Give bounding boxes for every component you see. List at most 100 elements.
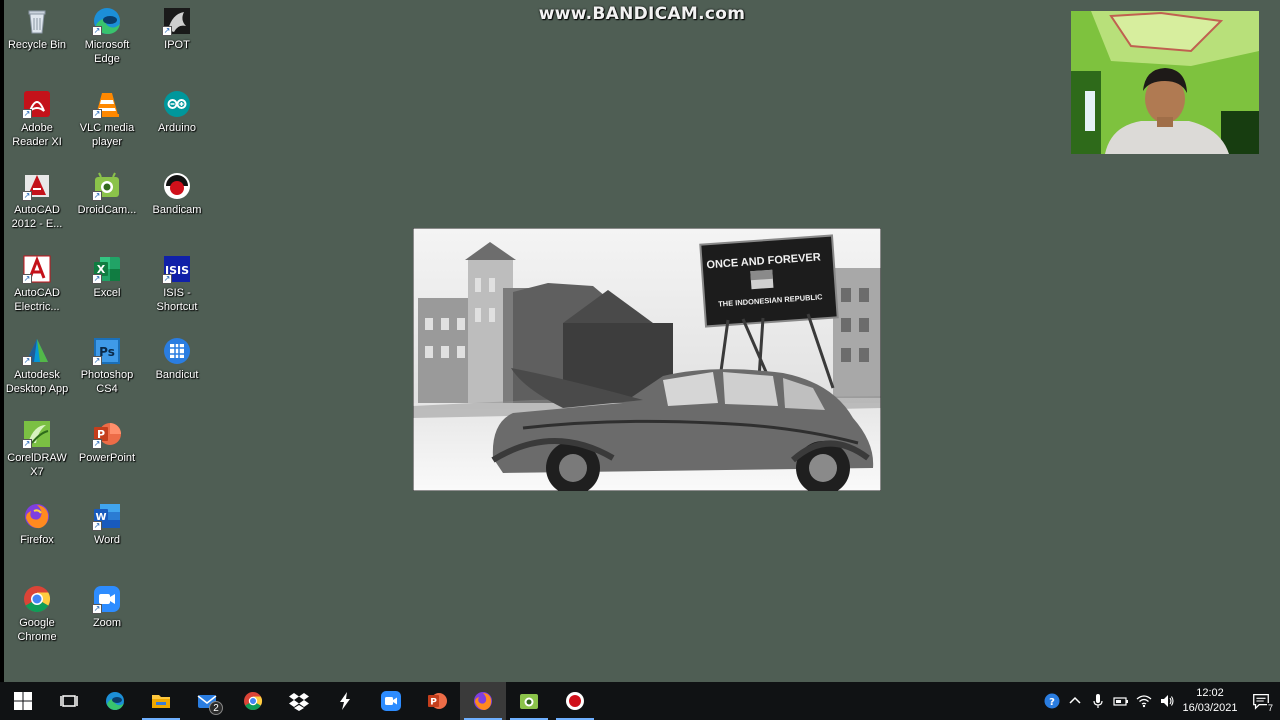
desktop-icon-label: Arduino (158, 122, 196, 134)
wifi-icon (1136, 695, 1151, 708)
task-view-icon (60, 695, 78, 707)
desktop-icon-word[interactable]: W ↗ Word (72, 501, 142, 547)
action-center-button[interactable]: 7 (1242, 682, 1280, 720)
desktop-icon-ipot[interactable]: ↗ IPOT (142, 6, 212, 52)
speaker-icon (1160, 695, 1174, 707)
webcam-overlay (1071, 11, 1259, 154)
start-button[interactable] (0, 682, 46, 720)
tray-show-hidden[interactable] (1063, 682, 1086, 720)
isis-icon: ISIS ↗ (162, 254, 192, 284)
desktop-icon-label: CorelDRAW X7 (7, 452, 67, 478)
desktop-icon-label: Google Chrome (17, 617, 57, 643)
desktop-icon-label: AutoCAD 2012 - E... (11, 204, 63, 230)
dropbox-icon (289, 693, 309, 711)
taskbar-edge[interactable] (92, 682, 138, 720)
vlc-icon: ↗ (92, 89, 122, 119)
desktop-icon-label: Microsoft Edge (84, 39, 130, 65)
edge-icon: ↗ (92, 6, 122, 36)
tray-help[interactable]: ? (1040, 682, 1063, 720)
clock-time: 12:02 (1196, 687, 1224, 699)
desktop-icon-autocad[interactable]: ↗ AutoCAD 2012 - E... (4, 171, 72, 231)
adobe-reader-icon: ↗ (22, 89, 52, 119)
desktop-icon-bandicam[interactable]: Bandicam (142, 171, 212, 217)
edge-icon (106, 692, 124, 710)
mail-badge: 2 (209, 701, 223, 715)
coreldraw-icon: ↗ (22, 419, 52, 449)
desktop-icon-microsoft-edge[interactable]: ↗ Microsoft Edge (72, 6, 142, 66)
firefox-icon (22, 501, 52, 531)
bandicam-watermark: www.BANDICAM.com (538, 4, 746, 24)
zoom-icon: ↗ (92, 584, 122, 614)
desktop-icon-powerpoint[interactable]: P ↗ PowerPoint (72, 419, 142, 465)
desktop-icon-vlc[interactable]: ↗ VLC media player (72, 89, 142, 149)
autocad-icon: ↗ (22, 171, 52, 201)
desktop-icon-label: Zoom (92, 617, 122, 629)
taskbar-powerpoint[interactable]: P (414, 682, 460, 720)
taskbar-clock[interactable]: 12:02 16/03/2021 (1178, 686, 1242, 716)
clock-date: 16/03/2021 (1182, 702, 1238, 714)
desktop-icon-label: IPOT (164, 39, 190, 51)
desktop-icon-autocad-electrical[interactable]: ↗ AutoCAD Electric... (4, 254, 72, 314)
chevron-up-icon (1068, 696, 1081, 704)
desktop-icon-coreldraw[interactable]: ↗ CorelDRAW X7 (4, 419, 72, 479)
folder-icon (152, 695, 170, 708)
desktop-icon-isis[interactable]: ISIS ↗ ISIS - Shortcut (142, 254, 212, 314)
lightning-icon (340, 692, 350, 710)
desktop-icon-label: Bandicam (152, 204, 202, 216)
windows-icon (14, 692, 32, 710)
bandicam-icon (162, 171, 192, 201)
svg-text:P: P (430, 698, 437, 708)
desktop-icon-label: DroidCam... (77, 204, 137, 216)
desktop-icon-label: AutoCAD Electric... (14, 287, 60, 313)
chrome-icon (22, 584, 52, 614)
taskbar-chrome[interactable] (230, 682, 276, 720)
arduino-icon (162, 89, 192, 119)
desktop-icon-zoom[interactable]: ↗ Zoom (72, 584, 142, 630)
zoom-icon (381, 691, 401, 711)
tray-battery[interactable] (1109, 682, 1132, 720)
desktop-icon-recycle-bin[interactable]: Recycle Bin (4, 6, 72, 52)
desktop-icon-arduino[interactable]: Arduino (142, 89, 212, 135)
recycle-bin-icon (22, 6, 52, 36)
powerpoint-icon: P (428, 693, 447, 709)
firefox-icon (474, 692, 492, 710)
desktop-icon-bandicut[interactable]: Bandicut (142, 336, 212, 382)
tray-microphone[interactable] (1086, 682, 1109, 720)
powerpoint-icon: P ↗ (92, 419, 122, 449)
webcam-feed (1071, 11, 1259, 154)
task-view-button[interactable] (46, 682, 92, 720)
desktop-icon-google-chrome[interactable]: Google Chrome (4, 584, 72, 644)
desktop-icon-adobe-reader[interactable]: ↗ Adobe Reader XI (4, 89, 72, 149)
taskbar-droidcam[interactable] (506, 682, 552, 720)
help-icon: ? (1044, 693, 1059, 709)
historic-photo-window: ONCE AND FOREVER THE INDONESIAN REPUBLIC (413, 228, 881, 491)
taskbar-zoom[interactable] (368, 682, 414, 720)
desktop-icon-label: Recycle Bin (7, 39, 67, 51)
desktop-icon-label: Adobe Reader XI (12, 122, 62, 148)
desktop-icon-excel[interactable]: X ↗ Excel (72, 254, 142, 300)
desktop-icon-photoshop[interactable]: Ps ↗ Photoshop CS4 (72, 336, 142, 396)
taskbar-dropbox[interactable] (276, 682, 322, 720)
word-icon: W ↗ (92, 501, 122, 531)
autocad-electrical-icon: ↗ (22, 254, 52, 284)
desktop-icon-label: Firefox (20, 534, 54, 546)
excel-icon: X ↗ (92, 254, 122, 284)
desktop-icon-label: Bandicut (155, 369, 199, 381)
desktop-icon-label: Excel (93, 287, 121, 299)
tray-wifi[interactable] (1132, 682, 1155, 720)
taskbar-mail[interactable]: 2 (184, 682, 230, 720)
desktop-icon-firefox[interactable]: Firefox (4, 501, 72, 547)
system-tray: ? 12:02 16/03/2021 7 (1040, 682, 1280, 720)
desktop-icon-label: PowerPoint (78, 452, 136, 464)
taskbar-power-automate[interactable] (322, 682, 368, 720)
record-icon (566, 692, 584, 710)
desktop-icon-autodesk[interactable]: ↗ Autodesk Desktop App (4, 336, 72, 396)
taskbar-file-explorer[interactable] (138, 682, 184, 720)
ipot-icon: ↗ (162, 6, 192, 36)
desktop-icon-droidcam[interactable]: ↗ DroidCam... (72, 171, 142, 217)
photoshop-icon: Ps ↗ (92, 336, 122, 366)
taskbar-bandicam[interactable] (552, 682, 598, 720)
notification-count: 7 (1266, 703, 1274, 713)
taskbar-firefox[interactable] (460, 682, 506, 720)
tray-volume[interactable] (1155, 682, 1178, 720)
